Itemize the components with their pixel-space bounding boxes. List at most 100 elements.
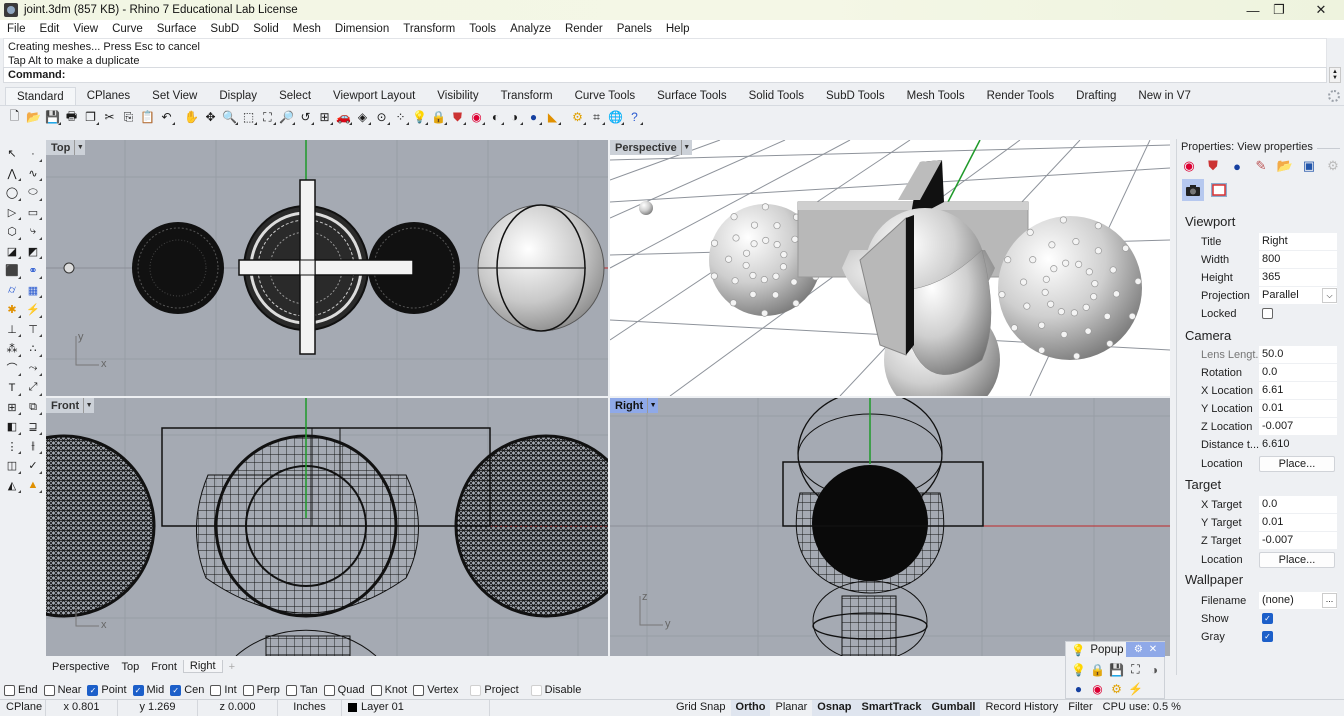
menu-solid[interactable]: Solid [246,23,286,35]
units-status[interactable]: Inches [278,699,342,716]
osnap-disable[interactable]: Disable [530,684,581,696]
zoom-window-icon[interactable]: ⬚ [240,109,257,126]
zoom-selected-icon[interactable]: 🔎 [278,109,295,126]
viewport-title[interactable]: Top [46,142,74,154]
viewport-menu-chevron-icon[interactable]: ▼ [647,398,658,413]
zoom-extents-icon[interactable]: ⛶ [259,109,276,126]
menu-render[interactable]: Render [558,23,610,35]
tab-drafting[interactable]: Drafting [1065,87,1127,105]
mesh-plane-icon[interactable]: ▦ [23,281,43,301]
options-icon[interactable]: ⚙ [569,109,586,126]
cplane-icon[interactable]: ◈ [354,109,371,126]
explode-icon[interactable]: ✱ [2,300,22,320]
place-target-button[interactable]: Place... [1259,551,1335,568]
tab-subd-tools[interactable]: SubD Tools [815,87,896,105]
osnap-tan[interactable]: Tan [285,684,318,696]
open-icon[interactable]: 📂 [25,109,42,126]
osnap-checkbox[interactable]: ✓ [132,684,144,696]
rendered-icon[interactable]: ◑ [506,109,523,126]
copy-icon[interactable]: ⎘ [120,109,137,126]
options-icon[interactable]: ⚙ [1107,679,1126,698]
z-target-field[interactable]: -0.007 [1259,532,1337,549]
status-pane-ortho[interactable]: Ortho [730,699,771,716]
solid-tools-icon[interactable]: ◧ [2,417,22,437]
tab-surface-tools[interactable]: Surface Tools [646,87,737,105]
group-icon[interactable]: ⁂ [2,339,22,359]
z-location-field[interactable]: -0.007 [1259,418,1337,435]
tab-select[interactable]: Select [268,87,322,105]
light-icon[interactable]: ◣ [544,109,561,126]
projection-select[interactable]: Parallel ⌵ [1259,287,1337,304]
toolbar-settings-gear-icon[interactable] [1328,90,1340,102]
text-icon[interactable]: T [2,378,22,398]
render-tools-icon[interactable]: ▲ [23,476,43,496]
menu-surface[interactable]: Surface [150,23,204,35]
viewport-title[interactable]: Perspective [610,142,681,154]
named-view-icon[interactable]: 🚗 [335,109,352,126]
lens-length-field[interactable]: 50.0 [1259,346,1337,363]
gray-checkbox[interactable]: ✓ [1262,631,1273,642]
box-icon[interactable]: ⬛ [2,261,22,281]
browse-button[interactable]: ... [1322,593,1337,608]
set-cplane-icon[interactable]: ⊙ [373,109,390,126]
show-checkbox[interactable]: ✓ [1262,613,1273,624]
rectangle-icon[interactable]: ▭ [23,203,43,223]
polyline-icon[interactable]: ⋀ [2,164,22,184]
osnap-perp[interactable]: Perp [242,684,280,696]
osnap-point[interactable]: ✓ Point [87,684,127,696]
x-location-field[interactable]: 6.61 [1259,382,1337,399]
settings-gear-icon[interactable]: ⚙ [1324,157,1342,175]
osnap-mid[interactable]: ✓ Mid [132,684,164,696]
save-icon[interactable]: 💾 [44,109,61,126]
pan-icon[interactable]: ✋ [183,109,200,126]
y-location-field[interactable]: 0.01 [1259,400,1337,417]
rotate-view-icon[interactable]: ✥ [202,109,219,126]
mirror-icon[interactable]: ⧉ [23,398,43,418]
viewport-label-perspective[interactable]: Perspective ▼ [610,140,692,155]
layer-status[interactable]: Layer 01 [342,699,490,716]
sphere-union-icon[interactable]: ⚭ [23,261,43,281]
extrude-surface-icon[interactable]: ◩ [23,242,43,262]
status-pane-planar[interactable]: Planar [770,700,812,716]
undo-view-icon[interactable]: ↺ [297,109,314,126]
popup-settings-gear-icon[interactable]: ⚙ [1134,644,1143,655]
viewport-perspective[interactable]: Perspective ▼ [610,140,1170,396]
command-scroll[interactable]: ▲ ▼ [1329,67,1341,83]
place-camera-button[interactable]: Place... [1259,455,1335,472]
viewport-top[interactable]: y x Top ▼ [46,140,608,396]
tab-mesh-tools[interactable]: Mesh Tools [896,87,976,105]
viewport-title[interactable]: Front [46,400,83,412]
menu-mesh[interactable]: Mesh [286,23,328,35]
camera-icon[interactable] [1182,179,1204,201]
select-points-icon[interactable]: ⁘ [392,109,409,126]
osnap-project[interactable]: Project [470,684,519,696]
osnap-checkbox[interactable] [210,684,222,696]
boolean-icon[interactable]: ⚡ [23,300,43,320]
surface-corners-icon[interactable]: ◪ [2,242,22,262]
hide-icon[interactable]: 💡 [1069,660,1088,679]
scroll-down-icon[interactable]: ▼ [1332,75,1338,81]
help-icon[interactable]: ? [626,109,643,126]
status-pane-record-history[interactable]: Record History [980,700,1063,716]
texture-mapping-icon[interactable]: ✎ [1252,157,1270,175]
menu-tools[interactable]: Tools [462,23,503,35]
osnap-checkbox[interactable] [370,684,382,696]
zoom-extents-icon[interactable]: ⛶ [1126,660,1145,679]
osnap-checkbox[interactable] [413,684,425,696]
tab-transform[interactable]: Transform [490,87,564,105]
status-pane-osnap[interactable]: Osnap [812,699,857,716]
viewport-menu-chevron-icon[interactable]: ▼ [74,140,85,155]
height-field[interactable]: 365 [1259,269,1337,286]
osnap-vertex[interactable]: Vertex [413,684,458,696]
add-viewport-tab-icon[interactable]: + [223,661,241,673]
osnap-checkbox[interactable]: ✓ [87,684,99,696]
viewport-menu-chevron-icon[interactable]: ▼ [83,398,94,413]
tab-display[interactable]: Display [208,87,268,105]
viewport-title[interactable]: Right [610,400,647,412]
render-icon[interactable]: ● [525,109,542,126]
save-icon[interactable]: 💾 [1107,660,1126,679]
osnap-quad[interactable]: Quad [323,684,365,696]
viewport-tab-front[interactable]: Front [145,661,183,673]
ellipse-icon[interactable]: ⬭ [23,183,43,203]
dimension-icon[interactable]: ⊥ [2,320,22,340]
